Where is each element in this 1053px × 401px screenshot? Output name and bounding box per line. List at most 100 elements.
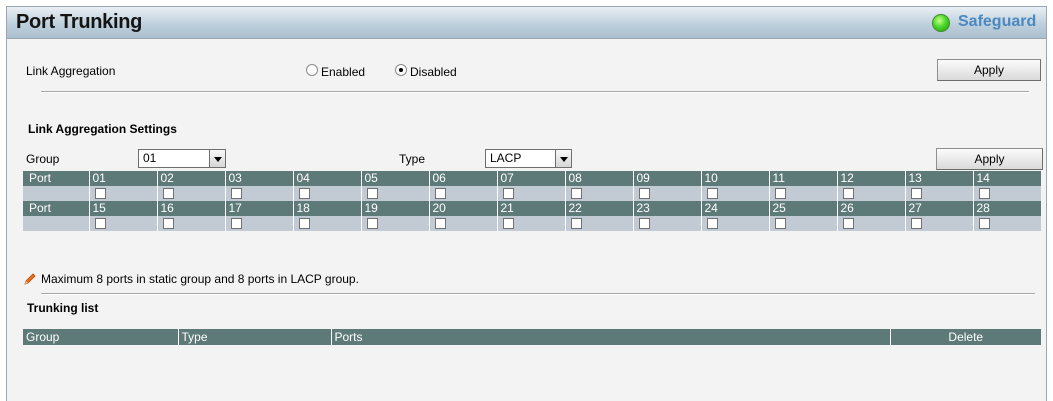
- pencil-icon: [24, 273, 36, 285]
- port-cell: [156, 216, 225, 231]
- port-cell: [632, 216, 701, 231]
- port-number: 23: [632, 201, 701, 216]
- port-number: 01: [88, 171, 157, 186]
- port-checkbox-23[interactable]: [638, 218, 650, 229]
- port-checkbox-20[interactable]: [434, 218, 446, 229]
- port-checkbox-22[interactable]: [570, 218, 582, 229]
- port-limit-note: Maximum 8 ports in static group and 8 po…: [41, 272, 359, 286]
- column-header-ports: Ports: [330, 329, 890, 345]
- empty-cell: [23, 216, 89, 231]
- port-checkbox-28[interactable]: [978, 218, 990, 229]
- port-number: 22: [564, 201, 633, 216]
- port-number: 08: [564, 171, 633, 186]
- link-aggregation-apply-button[interactable]: Apply: [937, 59, 1041, 81]
- column-header-group: Group: [23, 329, 178, 345]
- disabled-label: Disabled: [410, 65, 457, 79]
- port-checkbox-24[interactable]: [706, 218, 718, 229]
- port-number: 11: [768, 171, 837, 186]
- port-checkbox-21[interactable]: [502, 218, 514, 229]
- port-number: 19: [360, 201, 429, 216]
- port-checkbox-16[interactable]: [162, 218, 174, 229]
- port-checkbox-13[interactable]: [910, 188, 922, 199]
- port-row-header: Port: [23, 201, 89, 216]
- port-cell: [360, 216, 429, 231]
- port-checkbox-02[interactable]: [162, 188, 174, 199]
- enabled-label: Enabled: [321, 65, 366, 79]
- port-checkbox-01[interactable]: [94, 188, 106, 199]
- port-header-row-2: Port 15 16 17 18 19 20 21 22 23 24 25 26…: [23, 201, 1041, 216]
- port-cell: [360, 186, 429, 201]
- type-select-value: LACP: [490, 151, 522, 165]
- port-checkbox-04[interactable]: [298, 188, 310, 199]
- port-cell: [292, 216, 361, 231]
- port-cell: [836, 186, 905, 201]
- port-cell: [292, 186, 361, 201]
- port-cell: [88, 216, 157, 231]
- port-checkbox-09[interactable]: [638, 188, 650, 199]
- port-cell: [972, 186, 1041, 201]
- type-select[interactable]: LACP: [485, 149, 572, 168]
- port-number: 13: [904, 171, 973, 186]
- group-select[interactable]: 01: [138, 149, 226, 168]
- port-checkbox-15[interactable]: [94, 218, 106, 229]
- ports-table: Port 01 02 03 04 05 06 07 08 09 10 11 12…: [23, 171, 1041, 231]
- disabled-radio[interactable]: [395, 64, 407, 76]
- port-checkbox-row-2: [23, 216, 1041, 231]
- port-cell: [700, 186, 769, 201]
- empty-cell: [23, 186, 89, 201]
- port-checkbox-12[interactable]: [842, 188, 854, 199]
- chevron-down-icon[interactable]: [209, 149, 226, 168]
- port-number: 10: [700, 171, 769, 186]
- enabled-radio[interactable]: [306, 64, 318, 76]
- settings-apply-button[interactable]: Apply: [936, 148, 1043, 170]
- port-cell: [904, 186, 973, 201]
- link-aggregation-label: Link Aggregation: [26, 64, 116, 78]
- port-checkbox-14[interactable]: [978, 188, 990, 199]
- port-cell: [768, 216, 837, 231]
- safeguard-label: Safeguard: [958, 13, 1037, 30]
- port-cell: [836, 216, 905, 231]
- port-checkbox-17[interactable]: [230, 218, 242, 229]
- trunking-list-table: Group Type Ports Delete: [23, 329, 1041, 345]
- port-cell: [88, 186, 157, 201]
- port-checkbox-05[interactable]: [366, 188, 378, 199]
- port-cell: [972, 216, 1041, 231]
- safeguard-indicator: Safeguard: [932, 13, 1040, 32]
- port-checkbox-26[interactable]: [842, 218, 854, 229]
- port-number: 12: [836, 171, 905, 186]
- port-number: 21: [496, 201, 565, 216]
- port-checkbox-07[interactable]: [502, 188, 514, 199]
- port-checkbox-06[interactable]: [434, 188, 446, 199]
- port-checkbox-11[interactable]: [774, 188, 786, 199]
- divider: [41, 293, 1035, 295]
- port-checkbox-row-1: [23, 186, 1041, 201]
- port-cell: [700, 216, 769, 231]
- port-number: 20: [428, 201, 497, 216]
- column-header-type: Type: [177, 329, 331, 345]
- chevron-down-icon[interactable]: [555, 149, 572, 168]
- port-checkbox-03[interactable]: [230, 188, 242, 199]
- port-checkbox-25[interactable]: [774, 218, 786, 229]
- port-number: 09: [632, 171, 701, 186]
- settings-heading: Link Aggregation Settings: [28, 122, 177, 136]
- trunking-list-header-row: Group Type Ports Delete: [23, 329, 1041, 345]
- title-bar: Port Trunking Safeguard: [7, 7, 1046, 39]
- port-checkbox-08[interactable]: [570, 188, 582, 199]
- port-number: 27: [904, 201, 973, 216]
- port-checkbox-19[interactable]: [366, 218, 378, 229]
- port-checkbox-10[interactable]: [706, 188, 718, 199]
- port-number: 04: [292, 171, 361, 186]
- port-cell: [428, 186, 497, 201]
- port-number: 25: [768, 201, 837, 216]
- trunking-list-heading: Trunking list: [27, 301, 99, 315]
- port-number: 02: [156, 171, 225, 186]
- port-number: 05: [360, 171, 429, 186]
- port-row-header: Port: [23, 171, 89, 186]
- type-label: Type: [399, 152, 426, 166]
- port-cell: [156, 186, 225, 201]
- port-number: 06: [428, 171, 497, 186]
- port-number: 15: [88, 201, 157, 216]
- port-checkbox-18[interactable]: [298, 218, 310, 229]
- port-checkbox-27[interactable]: [910, 218, 922, 229]
- port-cell: [496, 186, 565, 201]
